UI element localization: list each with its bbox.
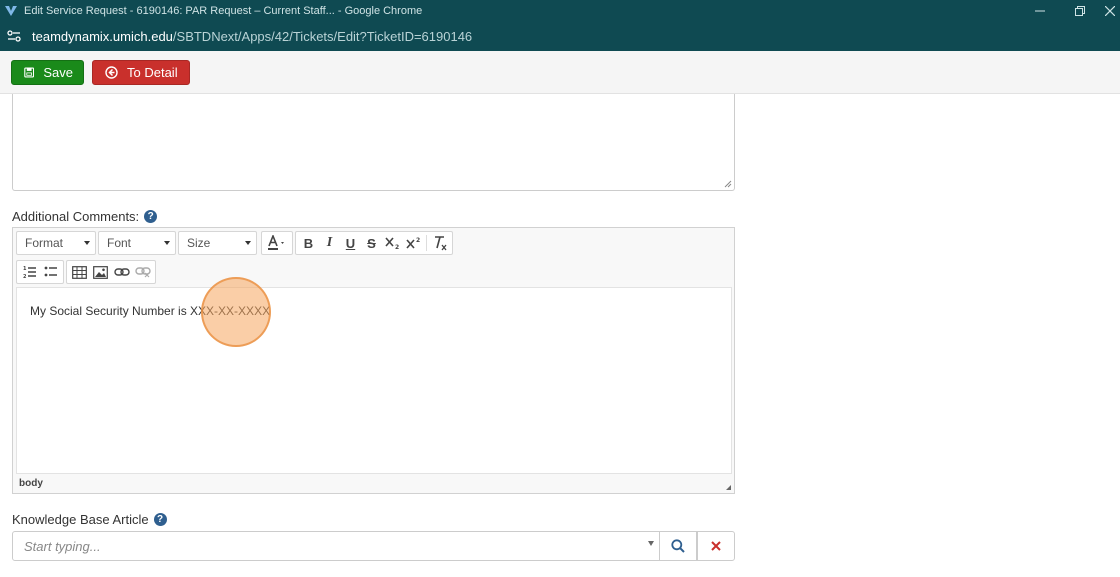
editor-content-area[interactable]: My Social Security Number is XXX-XX-XXXX: [16, 287, 732, 474]
format-label: Format: [25, 236, 64, 250]
resize-grip-icon[interactable]: [724, 180, 732, 188]
svg-text:2: 2: [23, 274, 27, 279]
table-icon[interactable]: [69, 262, 90, 282]
caret-down-icon: [164, 241, 170, 245]
window-title: Edit Service Request - 6190146: PAR Requ…: [24, 4, 423, 17]
caret-down-icon: [245, 241, 251, 245]
restore-icon[interactable]: [1060, 0, 1100, 21]
svg-text:2: 2: [416, 237, 420, 244]
formatting-group: B I U S 2 2: [295, 231, 453, 255]
size-dropdown[interactable]: Size: [178, 231, 257, 255]
editor-toolbar-row-2: 12: [16, 260, 156, 286]
caret-down-icon: [84, 241, 90, 245]
help-icon[interactable]: ?: [144, 210, 158, 223]
toolbar-separator: [426, 235, 427, 251]
kb-clear-button[interactable]: [697, 531, 735, 561]
kb-search-button[interactable]: [659, 531, 697, 561]
editor-element-path[interactable]: body: [19, 478, 43, 489]
page-toolbar: Save To Detail: [0, 51, 1120, 94]
svg-text:2: 2: [395, 244, 399, 250]
superscript-icon[interactable]: 2: [403, 233, 424, 253]
arrow-left-circle-icon: [105, 66, 118, 79]
kb-placeholder: Start typing...: [24, 538, 101, 554]
underline-icon[interactable]: U: [340, 233, 361, 253]
close-icon[interactable]: [1100, 0, 1120, 21]
search-icon: [671, 539, 685, 553]
to-detail-label: To Detail: [127, 65, 178, 80]
teamdynamix-icon: [5, 5, 17, 16]
strikethrough-icon[interactable]: S: [361, 233, 382, 253]
previous-textarea[interactable]: [12, 94, 735, 191]
italic-icon[interactable]: I: [319, 233, 340, 253]
help-icon[interactable]: ?: [153, 513, 167, 526]
address-bar[interactable]: teamdynamix.umich.edu/SBTDNext/Apps/42/T…: [0, 21, 1120, 51]
save-button[interactable]: Save: [11, 60, 84, 85]
kb-article-text: Knowledge Base Article: [12, 512, 149, 527]
numbered-list-icon[interactable]: 12: [19, 262, 40, 282]
url-path: /SBTDNext/Apps/42/Tickets/Edit?TicketID=…: [172, 28, 473, 44]
to-detail-button[interactable]: To Detail: [92, 60, 190, 85]
bold-icon[interactable]: B: [298, 233, 319, 253]
svg-text:1: 1: [23, 266, 27, 272]
unlink-icon[interactable]: [132, 262, 153, 282]
subscript-icon[interactable]: 2: [382, 233, 403, 253]
font-dropdown[interactable]: Font: [98, 231, 176, 255]
text-color-icon[interactable]: [264, 233, 290, 253]
browser-titlebar: Edit Service Request - 6190146: PAR Requ…: [0, 0, 1120, 21]
link-icon[interactable]: [111, 262, 132, 282]
click-indicator: [201, 277, 271, 347]
text-color-group: [261, 231, 293, 255]
close-icon: [711, 541, 721, 551]
site-settings-icon[interactable]: [6, 28, 22, 44]
editor-resize-icon[interactable]: [724, 483, 732, 491]
format-dropdown[interactable]: Format: [16, 231, 96, 255]
dropdown-arrow-icon[interactable]: [648, 541, 654, 546]
url-domain: teamdynamix.umich.edu: [32, 28, 173, 44]
save-label: Save: [43, 65, 73, 80]
rich-text-editor: Format Font Size B I U S 2 2 1 2 My Soci…: [12, 227, 735, 494]
list-group: 12: [16, 260, 64, 284]
editor-toolbar-row-1: Format Font Size B I U S 2 2: [16, 231, 453, 257]
save-icon: [24, 67, 35, 78]
insert-group: [66, 260, 156, 284]
additional-comments-label: Additional Comments: ?: [12, 209, 158, 224]
remove-format-icon[interactable]: [429, 233, 450, 253]
minimize-icon[interactable]: [1020, 0, 1060, 21]
bulleted-list-icon[interactable]: [40, 262, 61, 282]
size-label: Size: [187, 236, 211, 250]
additional-comments-text: Additional Comments:: [12, 209, 140, 224]
kb-article-input[interactable]: Start typing...: [12, 531, 660, 561]
kb-article-label: Knowledge Base Article ?: [12, 512, 167, 527]
image-icon[interactable]: [90, 262, 111, 282]
font-label: Font: [107, 236, 132, 250]
